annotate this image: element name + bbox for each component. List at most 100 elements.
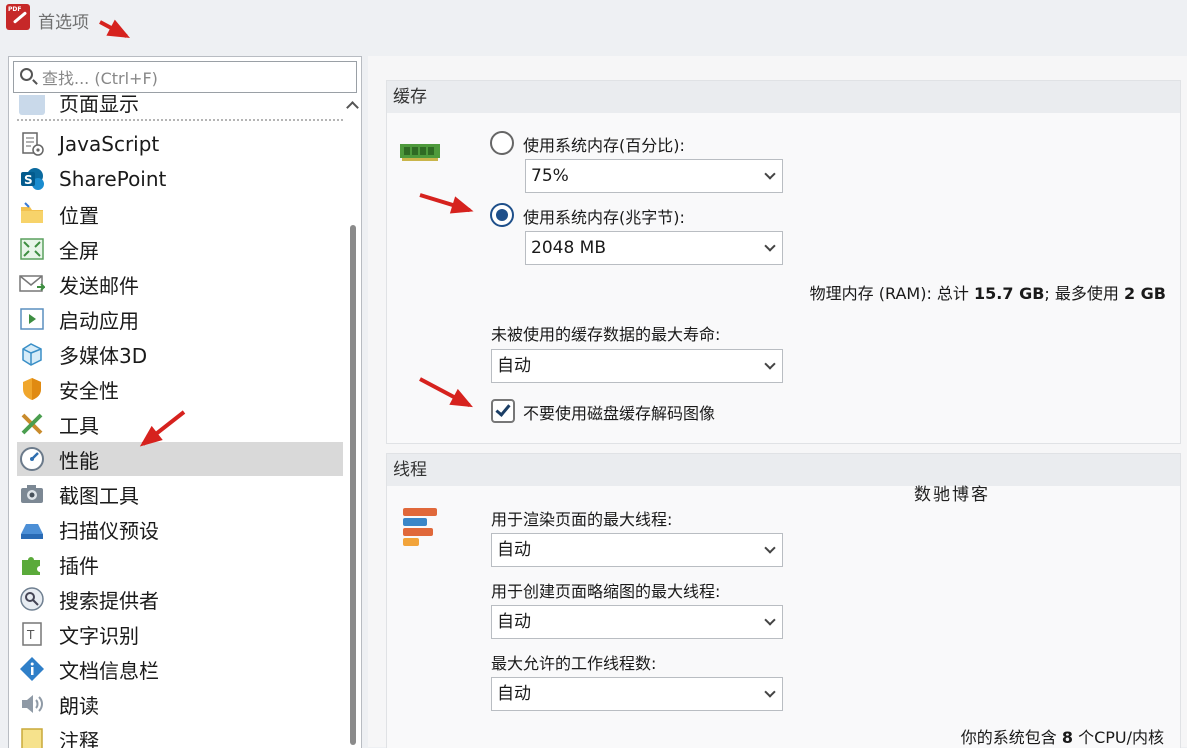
percent-select[interactable]: 75% (525, 159, 783, 193)
ocr-icon: T (19, 621, 45, 647)
threads-section: 线程 用于渲染页面的最大线程: 自动 用于创建页面略缩图的最大线程: 自动 最大… (386, 453, 1181, 748)
watermark-text: 数驰博客 (914, 480, 990, 505)
render-threads-label: 用于渲染页面的最大线程: (491, 506, 672, 530)
sidebar-item-security[interactable]: 安全性 (17, 372, 343, 406)
sidebar-item-fullscreen[interactable]: 全屏 (17, 232, 343, 266)
shield-icon (19, 376, 45, 402)
ram-prefix: 物理内存 (RAM): 总计 (810, 284, 974, 303)
sidebar-item-performance[interactable]: 性能 (17, 442, 343, 476)
svg-text:T: T (26, 628, 35, 642)
cache-section: 缓存 使用系统内存(百分比): 75% 使用系统内存(兆字节): 2048 MB… (386, 80, 1181, 444)
tools-icon (19, 411, 45, 437)
sidebar-item-label: 发送邮件 (59, 270, 139, 299)
sidebar-item-label: 安全性 (59, 375, 119, 404)
radio-percent[interactable] (490, 131, 514, 155)
sidebar-item-label: 工具 (59, 410, 99, 439)
search-input[interactable] (40, 65, 344, 91)
page-display-icon (19, 95, 45, 115)
megabytes-select[interactable]: 2048 MB (525, 231, 783, 265)
mail-icon (19, 271, 45, 297)
cpu-count: 8 (1062, 728, 1073, 747)
sidebar-item-comments[interactable]: 注释 (17, 722, 343, 748)
puzzle-icon (19, 551, 45, 577)
sidebar-item-read-aloud[interactable]: 朗读 (17, 687, 343, 721)
sidebar-item-label: 文字识别 (59, 620, 139, 649)
search-box[interactable] (13, 61, 357, 93)
ram-max: 2 GB (1124, 284, 1166, 303)
sidebar-item-ocr[interactable]: T 文字识别 (17, 617, 343, 651)
category-tree: 页面显示 JavaScript S SharePoint 位置 全屏 发送邮件 … (13, 95, 343, 748)
sidebar-item-send-mail[interactable]: 发送邮件 (17, 267, 343, 301)
sidebar-item-label: 启动应用 (59, 305, 139, 334)
scanner-icon (19, 516, 45, 542)
disk-cache-label: 不要使用磁盘缓存解码图像 (523, 400, 715, 424)
scroll-thumb[interactable] (350, 225, 356, 745)
render-threads-value: 自动 (497, 540, 531, 560)
checkmark-icon (495, 401, 510, 417)
sidebar-item-label: 搜索提供者 (59, 585, 159, 614)
radio-selected-dot (496, 209, 508, 221)
sidebar-item-launch-app[interactable]: 启动应用 (17, 302, 343, 336)
megabytes-select-value: 2048 MB (531, 238, 606, 258)
sidebar-item-plugins[interactable]: 插件 (17, 547, 343, 581)
worker-threads-value: 自动 (497, 684, 531, 704)
sidebar-item-multimedia-3d[interactable]: 多媒体3D (17, 337, 343, 371)
sidebar-item-sharepoint[interactable]: S SharePoint (17, 162, 343, 196)
script-gear-icon (19, 131, 45, 157)
sidebar-item-location[interactable]: 位置 (17, 197, 343, 231)
fullscreen-icon (19, 236, 45, 262)
render-threads-select[interactable]: 自动 (491, 533, 783, 567)
chevron-down-icon (764, 168, 775, 179)
svg-text:S: S (24, 173, 33, 187)
chevron-down-icon (764, 358, 775, 369)
sidebar-item-label: 截图工具 (59, 480, 139, 509)
launch-app-icon (19, 306, 45, 332)
chevron-down-icon (764, 686, 775, 697)
window-title: 首选项 (38, 8, 89, 33)
sidebar-scrollbar[interactable] (347, 97, 359, 748)
cpu-info: 你的系统包含 8 个CPU/内核 (961, 724, 1164, 748)
radio-megabytes[interactable] (490, 203, 514, 227)
sidebar-item-search-providers[interactable]: 搜索提供者 (17, 582, 343, 616)
chevron-down-icon (764, 614, 775, 625)
speaker-icon (19, 691, 45, 717)
sharepoint-icon: S (19, 166, 45, 192)
sidebar-item-javascript[interactable]: JavaScript (17, 127, 343, 161)
sidebar-item-label: 扫描仪预设 (59, 515, 159, 544)
camera-icon (19, 481, 45, 507)
sidebar-item-label: 插件 (59, 550, 99, 579)
thumb-threads-value: 自动 (497, 612, 531, 632)
3d-cube-icon (19, 341, 45, 367)
ram-total: 15.7 GB (974, 284, 1044, 303)
sidebar-item-label: SharePoint (59, 167, 166, 191)
lifetime-select[interactable]: 自动 (491, 349, 783, 383)
search-icon (20, 68, 33, 81)
preferences-sidebar: 页面显示 JavaScript S SharePoint 位置 全屏 发送邮件 … (8, 56, 362, 748)
cache-section-header: 缓存 (387, 81, 1180, 113)
worker-threads-select[interactable]: 自动 (491, 677, 783, 711)
sidebar-item-label: 位置 (59, 200, 99, 229)
sidebar-item-snapshot-tool[interactable]: 截图工具 (17, 477, 343, 511)
thumb-threads-select[interactable]: 自动 (491, 605, 783, 639)
ram-info: 物理内存 (RAM): 总计 15.7 GB; 最多使用 2 GB (810, 280, 1166, 304)
sidebar-item-label: 朗读 (59, 690, 99, 719)
cpu-prefix: 你的系统包含 (961, 728, 1062, 747)
threads-section-header: 线程 (387, 454, 1180, 486)
search-provider-icon (19, 586, 45, 612)
sidebar-item-doc-info-bar[interactable]: 文档信息栏 (17, 652, 343, 686)
gauge-icon (19, 446, 45, 472)
opt-mb-label: 使用系统内存(兆字节): (523, 204, 685, 228)
info-icon (19, 656, 45, 682)
percent-select-value: 75% (531, 166, 569, 186)
disk-cache-checkbox[interactable] (491, 399, 515, 423)
lifetime-select-value: 自动 (497, 356, 531, 376)
chevron-down-icon (764, 240, 775, 251)
sidebar-item-page-display[interactable]: 页面显示 (17, 95, 343, 119)
comment-icon (19, 726, 45, 748)
scroll-up-icon[interactable] (346, 101, 359, 114)
pdf-app-icon: PDF (6, 4, 30, 30)
sidebar-item-label: 多媒体3D (59, 340, 147, 369)
sidebar-item-label: 注释 (59, 725, 99, 748)
opt-percent-label: 使用系统内存(百分比): (523, 132, 685, 156)
sidebar-item-scanner-presets[interactable]: 扫描仪预设 (17, 512, 343, 546)
